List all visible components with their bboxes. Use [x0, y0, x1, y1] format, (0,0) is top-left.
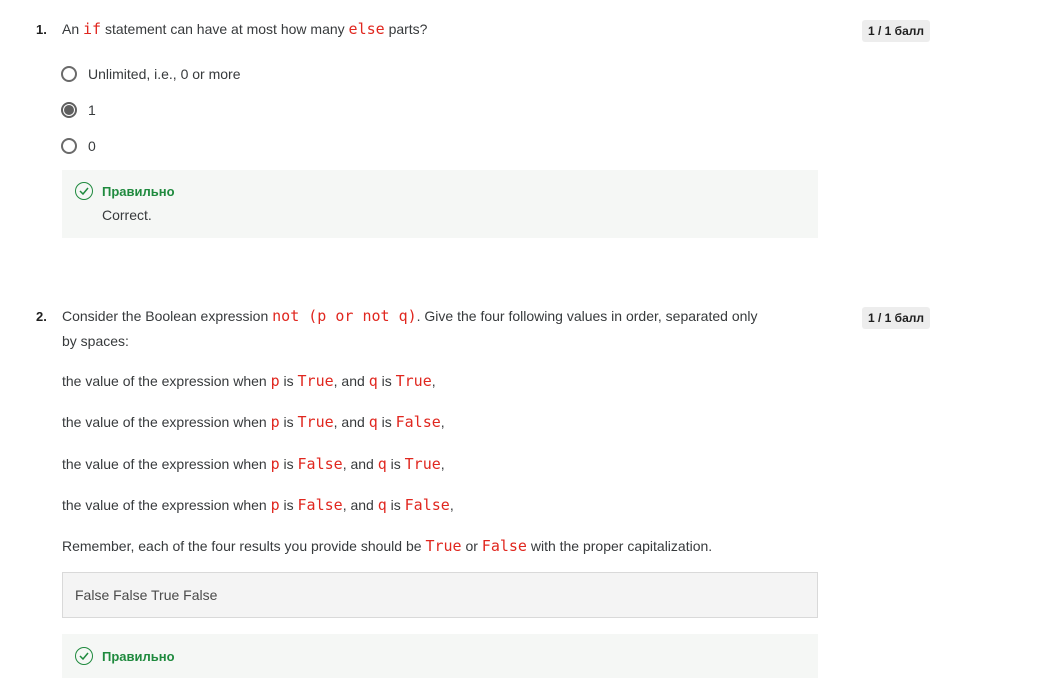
q1-code-else: else	[348, 20, 385, 38]
radio-unchecked-icon[interactable]	[61, 66, 77, 82]
line-text: ,	[431, 373, 436, 389]
line-text: is	[283, 456, 294, 472]
q2-line-3: the value of the expression when p is Fa…	[62, 455, 445, 473]
line-text: ,	[440, 456, 445, 472]
q1-option-label: 1	[88, 102, 96, 118]
q2-feedback-header: Правильно	[75, 647, 175, 665]
line-text: is	[283, 497, 294, 513]
q2-prompt-1: Consider the Boolean expression	[62, 308, 269, 324]
q2-answer-input[interactable]: False False True False	[62, 572, 818, 618]
q2-line-2: the value of the expression when p is Tr…	[62, 413, 445, 431]
q1-feedback-title: Правильно	[102, 183, 175, 199]
code-value: True	[395, 372, 432, 390]
note-text: Remember, each of the four results you p…	[62, 538, 422, 554]
note-text: with the proper capitalization.	[530, 538, 713, 554]
line-text: the value of the expression when	[62, 373, 267, 389]
question-2-prompt: Consider the Boolean expression not (p o…	[62, 304, 822, 354]
question-1-score-badge: 1 / 1 балл	[862, 20, 931, 42]
q1-option-label: Unlimited, i.e., 0 or more	[88, 66, 241, 82]
line-text: is	[381, 414, 392, 430]
line-text: is	[283, 373, 294, 389]
question-1-number: 1.	[36, 22, 47, 37]
q1-text-1: An	[62, 21, 80, 37]
q1-option-1[interactable]: 1	[61, 100, 96, 120]
line-text: is	[381, 373, 392, 389]
line-text: the value of the expression when	[62, 497, 267, 513]
code-q: q	[377, 496, 387, 514]
check-circle-icon	[75, 182, 93, 200]
code-value: True	[297, 372, 334, 390]
code-value: False	[395, 413, 441, 431]
q1-text-3: parts?	[388, 21, 428, 37]
q2-answer-value: False False True False	[75, 587, 218, 603]
code-true: True	[425, 537, 462, 555]
code-p: p	[270, 413, 280, 431]
q2-feedback-title: Правильно	[102, 648, 175, 664]
code-p: p	[270, 455, 280, 473]
q2-prompt-3: by spaces:	[62, 333, 129, 349]
q1-feedback-text: Correct.	[102, 207, 152, 223]
code-p: p	[270, 496, 280, 514]
code-false: False	[481, 537, 527, 555]
radio-unchecked-icon[interactable]	[61, 138, 77, 154]
q1-code-if: if	[83, 20, 102, 38]
line-text: is	[390, 497, 401, 513]
q1-feedback-header: Правильно	[75, 182, 175, 200]
q2-line-4: the value of the expression when p is Fa…	[62, 496, 454, 514]
code-q: q	[368, 413, 378, 431]
q2-expression: not (p or not q)	[272, 307, 417, 325]
line-text: is	[390, 456, 401, 472]
line-text: the value of the expression when	[62, 456, 267, 472]
code-value: True	[404, 455, 441, 473]
radio-checked-icon[interactable]	[61, 102, 77, 118]
q1-feedback-panel: Правильно Correct.	[62, 170, 818, 238]
code-value: False	[297, 496, 343, 514]
q1-option-0[interactable]: 0	[61, 136, 96, 156]
line-text: , and	[342, 456, 374, 472]
line-text: ,	[440, 414, 445, 430]
q1-option-label: 0	[88, 138, 96, 154]
q2-prompt-2: . Give the four following values in orde…	[416, 308, 758, 324]
code-q: q	[377, 455, 387, 473]
code-value: False	[404, 496, 450, 514]
line-text: is	[283, 414, 294, 430]
line-text: , and	[333, 414, 365, 430]
note-text: or	[465, 538, 478, 554]
q1-option-unlimited[interactable]: Unlimited, i.e., 0 or more	[61, 64, 241, 84]
question-2-score-badge: 1 / 1 балл	[862, 307, 931, 329]
code-value: False	[297, 455, 343, 473]
line-text: , and	[333, 373, 365, 389]
line-text: , and	[342, 497, 374, 513]
q2-feedback-panel: Правильно	[62, 634, 818, 678]
q1-text-2: statement can have at most how many	[104, 21, 345, 37]
question-1-prompt: An if statement can have at most how man…	[62, 17, 427, 42]
code-q: q	[368, 372, 378, 390]
line-text: ,	[449, 497, 454, 513]
q2-line-1: the value of the expression when p is Tr…	[62, 372, 436, 390]
q2-remember-note: Remember, each of the four results you p…	[62, 537, 712, 555]
line-text: the value of the expression when	[62, 414, 267, 430]
question-2-number: 2.	[36, 309, 47, 324]
code-p: p	[270, 372, 280, 390]
check-circle-icon	[75, 647, 93, 665]
code-value: True	[297, 413, 334, 431]
